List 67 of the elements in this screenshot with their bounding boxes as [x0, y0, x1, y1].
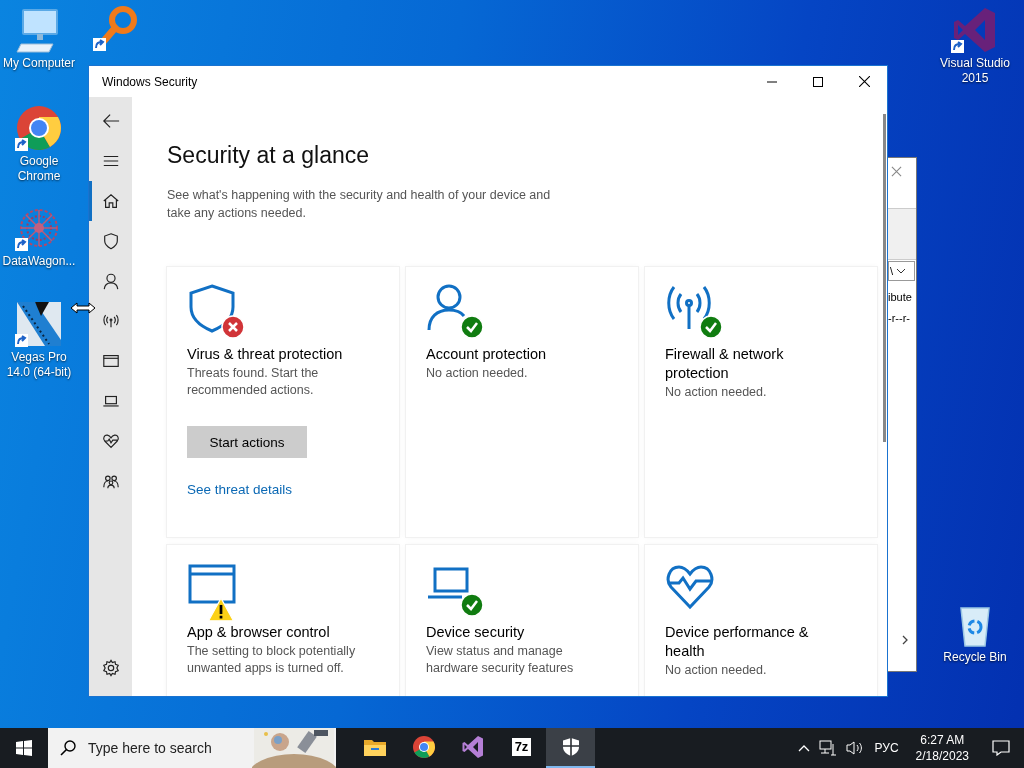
- threat-details-link[interactable]: See threat details: [187, 482, 293, 497]
- shield-icon: [101, 232, 120, 250]
- card-description: No action needed.: [665, 384, 767, 401]
- speaker-icon[interactable]: [845, 740, 864, 756]
- notification-icon[interactable]: [992, 740, 1010, 756]
- shield-icon: [187, 283, 237, 333]
- icon-label[interactable]: Recycle Bin: [943, 650, 1007, 665]
- check-badge-icon: [460, 593, 484, 617]
- chrome-icon: [411, 735, 436, 759]
- person-icon: [101, 272, 120, 290]
- network-icon[interactable]: [818, 740, 837, 756]
- window-title: Windows Security: [101, 74, 198, 89]
- page-heading: Security at a glance: [167, 142, 370, 169]
- folder-icon: [362, 737, 387, 757]
- card-description: View status and manage hardware security features: [426, 643, 575, 677]
- heart-icon: [101, 432, 120, 450]
- check-badge-icon: [460, 315, 484, 339]
- time-text: 6:27 AM: [920, 732, 965, 748]
- chevron-down-icon: [896, 268, 907, 274]
- home-icon: [101, 192, 120, 210]
- card-title: Virus & threat protection: [187, 345, 343, 364]
- start-actions-button[interactable]: Start actions: [187, 426, 307, 458]
- search-icon: [60, 740, 76, 756]
- clock[interactable]: 6:27 AM 2/18/2023: [915, 732, 969, 764]
- warning-icon: [207, 597, 235, 622]
- close-icon[interactable]: [891, 166, 902, 177]
- column-header[interactable]: ibute: [888, 291, 912, 303]
- check-badge-icon: [699, 315, 723, 339]
- chrome-icon[interactable]: [15, 104, 63, 152]
- scroll-right-icon[interactable]: [902, 635, 908, 645]
- icon-label[interactable]: Google Chrome: [0, 154, 78, 184]
- close-icon: [858, 76, 870, 87]
- icon-label[interactable]: Visual Studio 2015: [936, 56, 1014, 86]
- card-description: The setting to block potentially unwanted apps is turned off.: [187, 643, 357, 677]
- card-description: No action needed.: [665, 662, 767, 679]
- language-indicator[interactable]: РУС: [874, 741, 899, 755]
- icon-label[interactable]: Vegas Pro 14.0 (64-bit): [0, 350, 78, 380]
- taskbar-button[interactable]: 7z: [497, 728, 546, 768]
- scrollbar[interactable]: [883, 114, 886, 442]
- infinity-icon: [460, 735, 485, 759]
- search-box[interactable]: Type here to search: [48, 728, 336, 768]
- table-cell: -r--r-: [888, 312, 910, 324]
- icon-label[interactable]: My Computer: [3, 56, 75, 71]
- shield-icon: [560, 737, 581, 757]
- icon-label[interactable]: DataWagon...: [2, 254, 76, 269]
- taskbar-button[interactable]: [546, 728, 595, 768]
- page-subtitle: See what's happening with the security and health of your device and take any actions needed.: [167, 187, 552, 222]
- card-title: Device security: [426, 623, 525, 642]
- chevron-up-icon[interactable]: [797, 744, 810, 752]
- antenna-icon: [101, 312, 120, 330]
- card-title: Account protection: [426, 345, 547, 364]
- card-title: Firewall & network protection: [665, 345, 785, 383]
- settings-icon: [101, 659, 120, 677]
- card-title: Device performance & health: [665, 623, 810, 661]
- card-description: Threats found. Start the recommended actions.: [187, 365, 320, 399]
- search-field[interactable]: Type here to search: [86, 739, 250, 757]
- card-title: App & browser control: [187, 623, 330, 642]
- card-description: No action needed.: [426, 365, 528, 382]
- back-arrow-icon: [101, 112, 120, 130]
- path-dropdown[interactable]: \: [888, 261, 915, 281]
- maximize-icon: [813, 76, 823, 87]
- window-icon: [101, 352, 120, 370]
- archiver-logo: 7z: [511, 738, 532, 756]
- date-text: 2/18/2023: [915, 748, 969, 764]
- windows-logo-icon: [16, 740, 32, 756]
- people-icon: [101, 472, 120, 490]
- error-badge-icon: [221, 315, 245, 339]
